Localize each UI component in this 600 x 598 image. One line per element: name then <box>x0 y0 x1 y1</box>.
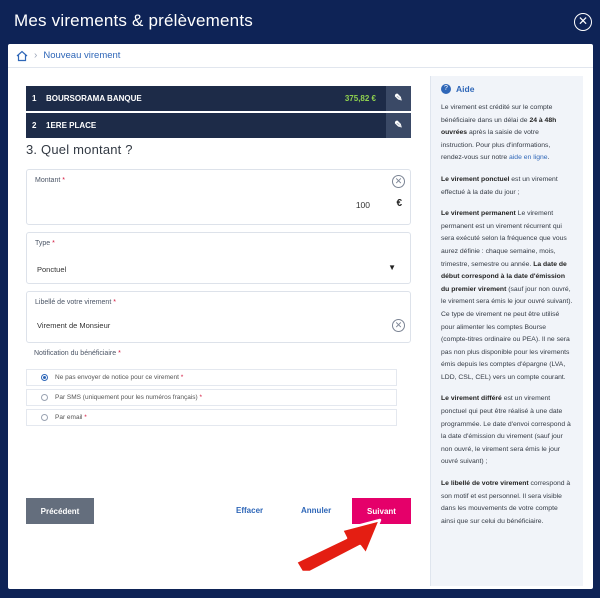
type-value: Ponctuel <box>37 265 67 274</box>
help-paragraph: Le virement est crédité sur le compte bé… <box>441 104 557 162</box>
option-label: Par email <box>55 414 83 421</box>
amount-value[interactable]: 100 <box>356 200 370 210</box>
help-paragraph: Le virement permanent Le virement perman… <box>441 210 573 381</box>
help-header: ? Aide <box>441 84 573 94</box>
step-1-bar[interactable]: 1 BOURSORAMA BANQUE 375,82 € ✎ <box>26 86 411 111</box>
help-paragraph: Le virement ponctuel est un virement eff… <box>441 175 558 196</box>
radio-button[interactable] <box>41 374 48 381</box>
notification-option-email[interactable]: Par email * <box>26 409 397 426</box>
amount-label: Montant * <box>35 177 65 184</box>
transfer-label-label: Libellé de votre virement * <box>35 299 116 306</box>
radio-button[interactable] <box>41 414 48 421</box>
transfer-panel: › Nouveau virement 1 BOURSORAMA BANQUE 3… <box>8 44 593 589</box>
option-label: Par SMS (uniquement pour les numéros fra… <box>55 394 198 401</box>
help-sidebar: ? Aide Le virement est crédité sur le co… <box>430 76 583 586</box>
transfer-label-value[interactable]: Virement de Monsieur <box>37 321 110 330</box>
breadcrumb: › Nouveau virement <box>8 44 593 68</box>
transfer-form: 1 BOURSORAMA BANQUE 375,82 € ✎ 2 1ERE PL… <box>26 86 411 524</box>
step-name: BOURSORAMA BANQUE <box>46 94 142 103</box>
clear-icon[interactable]: ✕ <box>392 319 405 332</box>
currency-symbol: € <box>396 198 402 209</box>
notification-option-none[interactable]: Ne pas envoyer de notice pour ce viremen… <box>26 369 397 386</box>
previous-button[interactable]: Précédent <box>26 498 94 524</box>
notification-option-sms[interactable]: Par SMS (uniquement pour les numéros fra… <box>26 389 397 406</box>
help-paragraph: Le libellé de votre virement correspond … <box>441 480 571 525</box>
caret-down-icon[interactable]: ▼ <box>388 263 396 272</box>
notification-title: Notification du bénéficiaire * <box>34 350 121 357</box>
red-arrow-icon <box>294 518 382 574</box>
step-name: 1ERE PLACE <box>46 121 97 130</box>
edit-pencil-icon[interactable]: ✎ <box>386 113 411 138</box>
amount-field[interactable]: Montant * ✕ 100 € <box>26 169 411 225</box>
radio-button[interactable] <box>41 394 48 401</box>
step-number: 2 <box>32 121 37 130</box>
modal-title: Mes virements & prélèvements <box>14 11 253 30</box>
close-icon[interactable]: ✕ <box>574 13 592 31</box>
home-icon[interactable] <box>16 50 28 62</box>
help-title: Aide <box>456 84 475 94</box>
help-question-icon: ? <box>441 84 451 94</box>
help-paragraph: Le virement différé est un virement ponc… <box>441 395 571 466</box>
online-help-link[interactable]: aide en ligne <box>509 154 548 161</box>
step-number: 1 <box>32 94 37 103</box>
option-label: Ne pas envoyer de notice pour ce viremen… <box>55 374 179 381</box>
step-2-bar[interactable]: 2 1ERE PLACE ✎ <box>26 113 411 138</box>
type-select[interactable]: Type * Ponctuel ▼ <box>26 232 411 284</box>
breadcrumb-current[interactable]: Nouveau virement <box>43 50 120 61</box>
clear-icon[interactable]: ✕ <box>392 175 405 188</box>
edit-pencil-icon[interactable]: ✎ <box>386 86 411 111</box>
clear-button[interactable]: Effacer <box>236 506 263 515</box>
step-3-title: 3. Quel montant ? <box>26 142 133 157</box>
type-label: Type * <box>35 240 55 247</box>
chevron-right-icon: › <box>34 50 38 61</box>
account-balance: 375,82 € <box>344 94 376 103</box>
transfer-label-field[interactable]: Libellé de votre virement * Virement de … <box>26 291 411 343</box>
